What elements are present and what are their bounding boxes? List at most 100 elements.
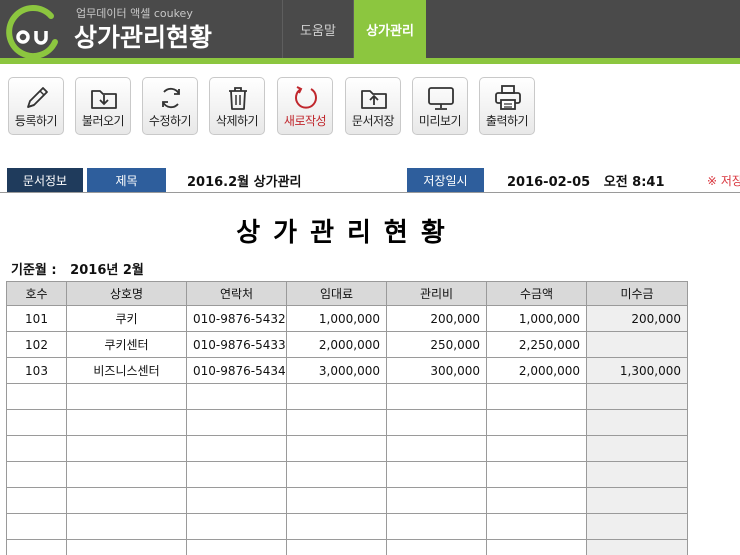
register-button[interactable]: 등록하기 [8, 77, 64, 135]
table-cell[interactable] [286, 409, 387, 436]
document-title: 상가관리현황 [236, 218, 458, 248]
table-cell[interactable]: 2,250,000 [486, 331, 587, 358]
table-cell[interactable] [286, 435, 387, 462]
table-cell[interactable]: 비즈니스센터 [66, 357, 187, 384]
table-cell[interactable] [486, 539, 587, 555]
table-cell[interactable] [186, 409, 287, 436]
table-cell[interactable] [66, 409, 187, 436]
preview-button[interactable]: 미리보기 [412, 77, 468, 135]
table-cell[interactable] [186, 461, 287, 488]
table-cell[interactable] [586, 331, 688, 358]
table-cell[interactable] [286, 461, 387, 488]
header-outstanding: 미수금 [586, 281, 688, 306]
table-cell[interactable] [66, 435, 187, 462]
table-cell[interactable] [386, 461, 487, 488]
edit-button[interactable]: 수정하기 [142, 77, 198, 135]
table-cell[interactable] [586, 487, 688, 514]
table-cell[interactable]: 2,000,000 [486, 357, 587, 384]
table-cell[interactable] [386, 513, 487, 540]
table-row [6, 513, 688, 540]
new-document-button[interactable]: 새로작성 [277, 77, 333, 135]
table-cell[interactable] [186, 383, 287, 410]
delete-button[interactable]: 삭제하기 [209, 77, 265, 135]
table-cell[interactable]: 200,000 [386, 305, 487, 332]
table-cell[interactable]: 1,300,000 [586, 357, 688, 384]
table-cell[interactable] [386, 539, 487, 555]
table-cell[interactable] [66, 487, 187, 514]
table-cell[interactable] [386, 435, 487, 462]
table-cell[interactable] [66, 383, 187, 410]
table-cell[interactable] [286, 539, 387, 555]
tab-shop-management[interactable]: 상가관리 [354, 0, 426, 58]
table-cell[interactable] [586, 461, 688, 488]
table-cell[interactable] [486, 513, 587, 540]
table-cell[interactable]: 250,000 [386, 331, 487, 358]
table-cell[interactable] [486, 461, 587, 488]
pencil-icon [27, 87, 48, 108]
tab-help[interactable]: 도움말 [283, 0, 353, 58]
table-cell[interactable] [6, 435, 67, 462]
table-cell[interactable] [386, 383, 487, 410]
table-cell[interactable] [286, 487, 387, 514]
table-cell[interactable]: 010-9876-5434 [186, 357, 287, 384]
table-cell[interactable]: 102 [6, 331, 67, 358]
table-row [6, 461, 688, 488]
table-cell[interactable] [486, 487, 587, 514]
info-divider [0, 192, 740, 193]
table-cell[interactable] [586, 513, 688, 540]
table-cell[interactable] [186, 513, 287, 540]
table-cell[interactable] [6, 513, 67, 540]
table-cell[interactable] [286, 383, 387, 410]
save-time-label: 저장일시 [407, 168, 484, 192]
toolbar: 등록하기 불러오기 수정하기 삭제하기 새로작성 문서저장 미리보기 출력하기 [0, 64, 740, 154]
table-cell[interactable] [186, 539, 287, 555]
table-cell[interactable] [186, 487, 287, 514]
table-cell[interactable]: 103 [6, 357, 67, 384]
table-cell[interactable] [486, 409, 587, 436]
table-cell[interactable] [66, 539, 187, 555]
table-cell[interactable]: 010-9876-5432 [186, 305, 287, 332]
table-cell[interactable] [186, 435, 287, 462]
coukey-logo-icon [6, 5, 58, 60]
table-cell[interactable]: 200,000 [586, 305, 688, 332]
table-cell[interactable] [6, 487, 67, 514]
table-cell[interactable] [6, 461, 67, 488]
table-cell[interactable] [6, 383, 67, 410]
edit-button-label: 수정하기 [148, 114, 192, 128]
table-row: 101 쿠키 010-9876-5432 1,000,000 200,000 1,000,… [6, 305, 688, 332]
table-cell[interactable] [66, 513, 187, 540]
table-cell[interactable]: 쿠키 [66, 305, 187, 332]
table-cell[interactable]: 2,000,000 [286, 331, 387, 358]
header-collected: 수금액 [486, 281, 587, 306]
table-cell[interactable]: 3,000,000 [286, 357, 387, 384]
title-value[interactable]: 2016.2월 상가관리 [187, 168, 302, 192]
table-cell[interactable]: 101 [6, 305, 67, 332]
table-cell[interactable] [586, 539, 688, 555]
table-cell[interactable] [586, 409, 688, 436]
register-button-label: 등록하기 [14, 114, 58, 128]
table-cell[interactable] [386, 409, 487, 436]
table-cell[interactable] [486, 383, 587, 410]
table-cell[interactable]: 1,000,000 [286, 305, 387, 332]
table-cell[interactable]: 010-9876-5433 [186, 331, 287, 358]
save-document-button[interactable]: 문서저장 [345, 77, 401, 135]
table-cell[interactable] [486, 435, 587, 462]
table-cell[interactable] [386, 487, 487, 514]
new-document-button-label: 새로작성 [283, 114, 327, 128]
reference-month: 기준월 : 2016년 2월 [11, 263, 144, 278]
table-cell[interactable]: 1,000,000 [486, 305, 587, 332]
table-cell[interactable] [66, 461, 187, 488]
print-button[interactable]: 출력하기 [479, 77, 535, 135]
table-cell[interactable] [586, 383, 688, 410]
title-label: 제목 [87, 168, 166, 192]
load-button[interactable]: 불러오기 [75, 77, 131, 135]
table-cell[interactable]: 쿠키센터 [66, 331, 187, 358]
table-header-row: 호수 상호명 연락처 임대료 관리비 수금액 미수금 [6, 281, 688, 306]
header-maintenance-fee: 관리비 [386, 281, 487, 306]
table-cell[interactable] [6, 409, 67, 436]
table-row [6, 539, 688, 555]
table-cell[interactable] [6, 539, 67, 555]
table-cell[interactable] [586, 435, 688, 462]
table-cell[interactable] [286, 513, 387, 540]
table-cell[interactable]: 300,000 [386, 357, 487, 384]
